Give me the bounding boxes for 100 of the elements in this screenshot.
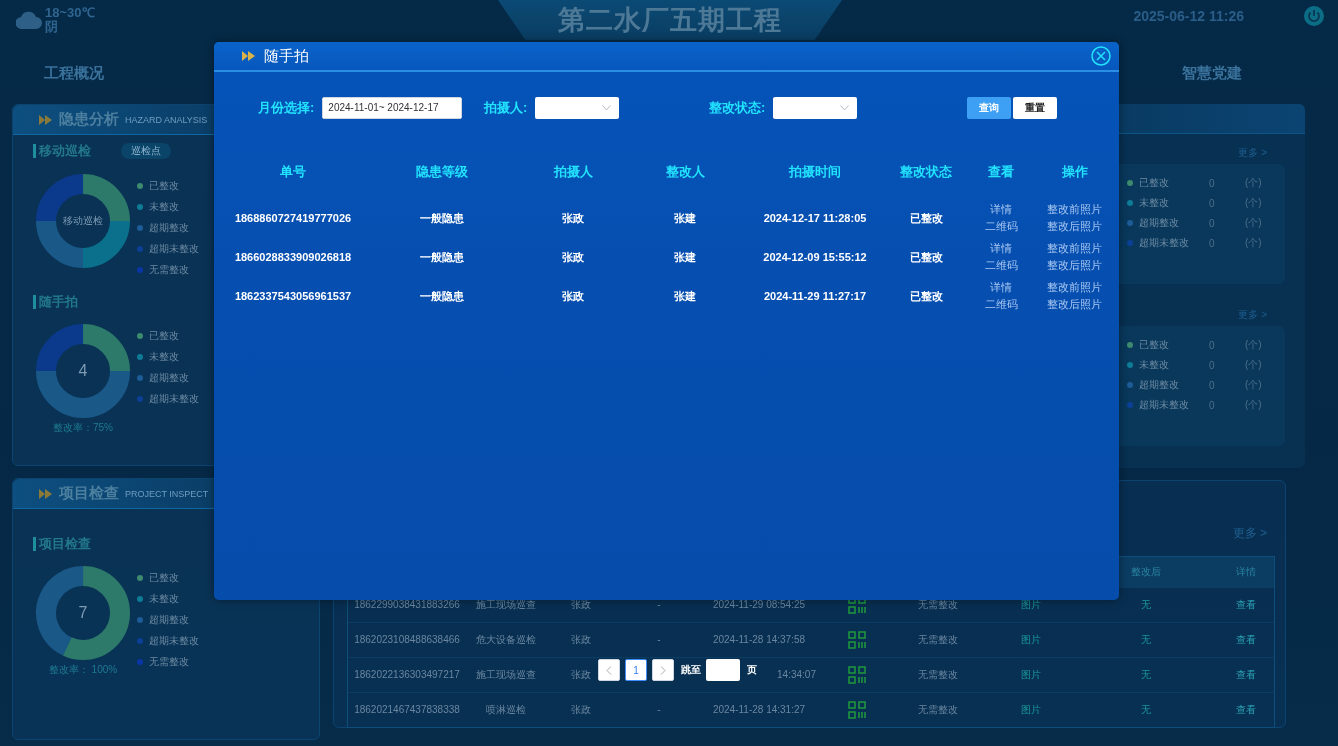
table-cell: 2024-11-28 14:31:27 [712, 703, 806, 717]
rate-text: 整改率： 100% [48, 663, 118, 677]
table-cell: - [657, 703, 661, 717]
image-link[interactable]: 图片 [1020, 668, 1041, 682]
legend-label: 已整改 [1139, 338, 1170, 352]
legend-label: 超期整改 [149, 371, 190, 385]
table-cell: 一般隐患 [420, 288, 464, 303]
legend-unit: (个) [1245, 338, 1263, 352]
select-field[interactable] [535, 96, 620, 119]
column-header: 整改人 [664, 163, 706, 181]
column-header: 单号 [279, 163, 307, 181]
table-cell: 1862021467437838338 [354, 703, 460, 717]
select-field[interactable] [773, 96, 858, 119]
nav-tab[interactable]: 工程概况 [44, 63, 104, 83]
table-cell: - [657, 598, 661, 612]
table-cell: 张政 [571, 668, 591, 682]
photo-link[interactable]: 整改后照片 [1047, 218, 1102, 234]
legend-label: 超期未整改 [1139, 398, 1190, 412]
jump-label: 跳至 [681, 663, 701, 677]
panel-subtitle: HAZARD ANALYSIS [125, 114, 208, 125]
table-cell: 无 [1140, 633, 1151, 647]
search-button[interactable]: 查询 [967, 96, 1011, 119]
view-link[interactable]: 二维码 [984, 218, 1018, 234]
date-range-field[interactable]: 2024-11-01~ 2024-12-17 [322, 96, 463, 119]
legend-unit: (个) [1245, 196, 1263, 210]
page-button[interactable]: 1 [625, 659, 647, 681]
section-title: 移动巡检 [33, 144, 91, 158]
page-unit-label: 页 [747, 663, 757, 677]
table-cell: 张建 [674, 210, 696, 225]
legend-unit: (个) [1245, 398, 1263, 412]
table-cell: 2024-11-29 11:27:17 [763, 288, 867, 303]
donut-center-text: 移动巡检 [63, 214, 103, 228]
view-link[interactable]: 二维码 [984, 257, 1018, 273]
power-icon[interactable] [1304, 6, 1324, 26]
legend-label: 已整改 [149, 571, 180, 585]
table-cell: 一般隐患 [420, 210, 464, 225]
table-cell: 14:34:07 [777, 668, 816, 682]
double-chevron-icon [242, 51, 256, 61]
legend-value: 0 [1209, 237, 1216, 249]
table-cell: 危大设备巡检 [476, 633, 536, 647]
donut-center-text: 4 [78, 362, 88, 380]
nav-tab[interactable]: 智慧党建 [1182, 63, 1242, 83]
legend-label: 已整改 [149, 329, 180, 343]
legend-unit: (个) [1245, 236, 1263, 250]
image-link[interactable]: 图片 [1020, 633, 1041, 647]
table-cell: 张政 [571, 598, 591, 612]
weather-text: 阴 [45, 20, 59, 34]
view-link[interactable]: 查看 [1236, 633, 1256, 647]
filter-label: 月份选择: [258, 98, 315, 117]
photo-link[interactable]: 整改后照片 [1047, 296, 1102, 312]
legend-label: 已整改 [1139, 176, 1170, 190]
section-title: 随手拍 [33, 295, 78, 309]
table-cell: 1862337543056961537 [234, 288, 352, 303]
legend-value: 0 [1209, 217, 1216, 229]
qr-code-icon[interactable] [848, 701, 866, 719]
legend-value: 0 [1209, 197, 1216, 209]
view-link[interactable]: 查看 [1236, 598, 1256, 612]
tag-label[interactable]: 巡检点 [121, 143, 171, 159]
table-cell: 1862023108488638466 [354, 633, 460, 647]
legend-value: 0 [1209, 177, 1216, 189]
view-link[interactable]: 详情 [990, 240, 1012, 256]
legend-label: 未整改 [1139, 196, 1170, 210]
column-header: 详情 [1236, 565, 1256, 579]
donut-center-text: 7 [78, 604, 88, 622]
view-link[interactable]: 二维码 [984, 296, 1018, 312]
view-link[interactable]: 查看 [1236, 668, 1256, 682]
table-cell: 喷淋巡检 [486, 703, 526, 717]
photo-link[interactable]: 整改前照片 [1047, 201, 1102, 217]
view-link[interactable]: 详情 [990, 201, 1012, 217]
page-input[interactable] [706, 659, 740, 681]
qr-code-icon[interactable] [848, 631, 866, 649]
table-cell: 无需整改 [918, 668, 958, 682]
chevron-right-icon [660, 665, 666, 675]
legend-label: 未整改 [1139, 358, 1170, 372]
photo-link[interactable]: 整改前照片 [1047, 279, 1102, 295]
image-link[interactable]: 图片 [1020, 598, 1041, 612]
table-cell: 已整改 [909, 210, 943, 225]
table-cell: 无 [1140, 668, 1151, 682]
legend-unit: (个) [1245, 176, 1263, 190]
temperature-text: 18~30℃ [45, 6, 95, 20]
close-button[interactable] [1091, 46, 1111, 66]
table-cell: 施工现场巡查 [476, 598, 536, 612]
legend-unit: (个) [1245, 378, 1263, 392]
reset-button[interactable]: 重置 [1013, 96, 1057, 119]
image-link[interactable]: 图片 [1020, 703, 1041, 717]
legend-label: 无需整改 [149, 263, 190, 277]
table-cell: - [657, 633, 661, 647]
qr-code-icon[interactable] [848, 666, 866, 684]
table-cell: 1862022136303497217 [354, 668, 460, 682]
column-header: 操作 [1060, 163, 1089, 181]
view-link[interactable]: 详情 [990, 279, 1012, 295]
table-cell: 无需整改 [918, 598, 958, 612]
view-link[interactable]: 查看 [1236, 703, 1256, 717]
table-cell: 2024-11-29 08:54:25 [712, 598, 806, 612]
photo-link[interactable]: 整改后照片 [1047, 257, 1102, 273]
legend-label: 未整改 [149, 200, 180, 214]
column-header: 拍摄人 [552, 163, 594, 181]
photo-link[interactable]: 整改前照片 [1047, 240, 1102, 256]
legend-label: 未整改 [149, 592, 180, 606]
legend-label: 超期整改 [149, 221, 190, 235]
